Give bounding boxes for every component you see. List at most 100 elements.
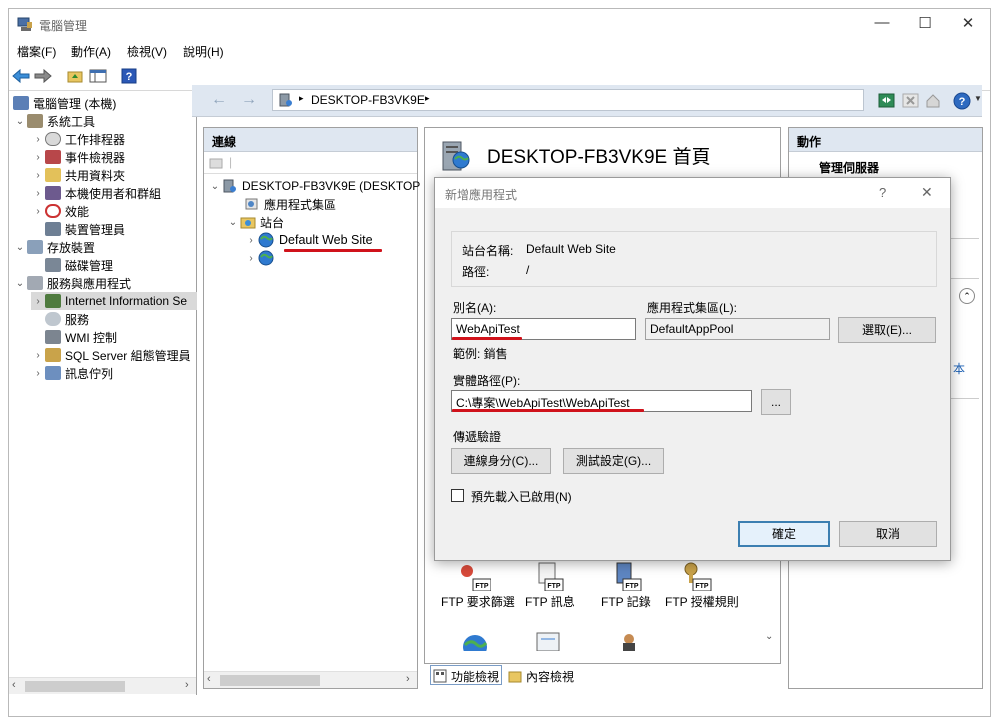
expand-icon[interactable]: › — [31, 188, 45, 199]
help-dropdown-icon[interactable]: ▼ — [974, 94, 982, 103]
iis-forward-icon[interactable]: → — [236, 90, 262, 112]
connections-toolbar: | — [204, 152, 417, 174]
expand-icon[interactable]: › — [31, 296, 45, 307]
tree-message-queue[interactable]: › 訊息佇列 — [31, 364, 113, 382]
tree-label: 訊息佇列 — [65, 366, 114, 381]
scroll-down-icon[interactable]: ⌄ — [765, 631, 773, 642]
preload-checkbox[interactable] — [451, 489, 464, 502]
expand-icon[interactable]: › — [31, 170, 45, 181]
tree-disk-management[interactable]: 磁碟管理 — [45, 256, 113, 274]
iis-back-icon[interactable]: ← — [206, 90, 232, 112]
tree-label: Internet Information Se — [65, 294, 188, 308]
show-hide-tree-icon[interactable] — [89, 68, 107, 84]
tree-system-tools[interactable]: ⌄ 系統工具 — [13, 112, 95, 130]
site-info-group: 站台名稱: Default Web Site 路徑: / — [451, 231, 937, 287]
expand-icon[interactable]: › — [244, 253, 258, 264]
browse-button[interactable]: ... — [761, 389, 791, 415]
tools-icon — [27, 114, 43, 128]
maximize-button[interactable]: ☐ — [902, 14, 948, 32]
breadcrumb-server[interactable]: DESKTOP-FB3VK9E — [311, 93, 425, 107]
feature-ftp-authorization[interactable]: FTP FTP 授權規則 — [665, 561, 765, 611]
stop-icon[interactable] — [902, 93, 919, 109]
tree-services-apps[interactable]: ⌄ 服務與應用程式 — [13, 274, 131, 292]
scroll-thumb[interactable] — [25, 681, 125, 692]
conn-app-pools[interactable]: 應用程式集區 — [244, 195, 336, 213]
conn-sites[interactable]: ⌄ 站台 — [226, 213, 284, 231]
shared-folder-icon — [45, 168, 61, 182]
back-arrow-icon[interactable] — [12, 68, 30, 84]
feature-ftp-request-filtering[interactable]: FTP FTP 要求篩選 — [437, 561, 517, 611]
collapse-icon[interactable]: ⌄ — [208, 181, 222, 192]
breadcrumb-separator-icon[interactable]: ▸ — [299, 93, 304, 104]
tree-local-users[interactable]: › 本機使用者和群組 — [31, 184, 161, 202]
left-horizontal-scrollbar[interactable]: ‹ › — [9, 677, 196, 694]
menu-help[interactable]: 說明(H) — [183, 43, 224, 60]
connect-as-button[interactable]: 連線身分(C)... — [451, 448, 551, 474]
tree-wmi[interactable]: WMI 控制 — [45, 328, 117, 346]
tree-performance[interactable]: › 效能 — [31, 202, 89, 220]
divider — [949, 398, 979, 399]
feature-ftp-messages[interactable]: FTP FTP 訊息 — [523, 561, 603, 611]
expand-icon[interactable]: › — [31, 206, 45, 217]
tree-device-manager[interactable]: 裝置管理員 — [45, 220, 125, 238]
expand-icon[interactable]: › — [31, 152, 45, 163]
expand-icon[interactable]: › — [31, 134, 45, 145]
dialog-close-button[interactable]: ✕ — [921, 184, 933, 201]
ok-button[interactable]: 確定 — [738, 521, 830, 547]
tab-content-view[interactable]: 內容檢視 — [508, 666, 574, 686]
expand-icon[interactable]: ⌄ — [13, 116, 27, 127]
tree-storage[interactable]: ⌄ 存放裝置 — [13, 238, 95, 256]
up-folder-icon[interactable] — [66, 68, 84, 84]
tab-features-view[interactable]: 功能檢視 — [430, 665, 502, 686]
expand-icon[interactable]: › — [244, 235, 258, 246]
collapse-icon[interactable]: ⌄ — [226, 217, 240, 228]
tree-computer-management[interactable]: 電腦管理 (本機) — [13, 94, 116, 112]
minimize-button[interactable]: — — [859, 14, 905, 31]
conn-second-site[interactable]: › — [244, 249, 276, 267]
dialog-help-button[interactable]: ? — [879, 185, 886, 200]
scroll-right-icon[interactable]: › — [185, 679, 189, 691]
iis-help-icon[interactable]: ? — [952, 91, 972, 111]
close-window-button[interactable]: ✕ — [945, 14, 991, 32]
tree-sql-server[interactable]: › SQL Server 組態管理員 — [31, 346, 191, 364]
menu-file[interactable]: 檔案(F) — [17, 43, 56, 60]
tree-event-viewer[interactable]: › 事件檢視器 — [31, 148, 125, 166]
expand-icon[interactable]: ⌄ — [13, 278, 27, 289]
test-settings-button[interactable]: 測試設定(G)... — [563, 448, 664, 474]
new-connection-icon[interactable] — [208, 155, 224, 170]
iis-address-box[interactable]: ▸ DESKTOP-FB3VK9E ▸ — [272, 89, 864, 111]
tree-label: 磁碟管理 — [65, 258, 114, 273]
select-pool-button[interactable]: 選取(E)... — [838, 317, 936, 343]
expand-icon[interactable]: › — [31, 368, 45, 379]
scroll-thumb[interactable] — [220, 675, 320, 686]
scroll-left-icon[interactable]: ‹ — [12, 679, 16, 691]
tree-task-scheduler[interactable]: › 工作排程器 — [31, 130, 125, 148]
cancel-button[interactable]: 取消 — [839, 521, 937, 547]
forward-arrow-icon[interactable] — [34, 68, 52, 84]
help-icon[interactable]: ? — [120, 68, 138, 84]
breadcrumb-separator-icon[interactable]: ▸ — [425, 93, 430, 104]
tree-iis[interactable]: › Internet Information Se — [31, 292, 197, 310]
refresh-icon[interactable] — [878, 93, 895, 109]
scroll-right-icon[interactable]: › — [406, 673, 410, 685]
tree-services[interactable]: 服務 — [45, 310, 89, 328]
scroll-left-icon[interactable]: ‹ — [207, 673, 211, 685]
disk-icon — [45, 258, 61, 272]
collapse-section-icon[interactable]: ⌃ — [959, 288, 975, 304]
expand-icon[interactable]: › — [31, 350, 45, 361]
document-feature-icon — [536, 632, 560, 651]
home-icon[interactable] — [925, 93, 942, 109]
svg-text:?: ? — [959, 96, 966, 108]
connections-scrollbar[interactable]: ‹ › — [204, 671, 417, 688]
menu-view[interactable]: 檢視(V) — [127, 43, 167, 60]
action-link-partial[interactable]: 本 — [953, 360, 965, 377]
conn-server-node[interactable]: ⌄ DESKTOP-FB3VK9E (DESKTOP — [208, 177, 420, 195]
conn-default-web-site[interactable]: › Default Web Site — [244, 231, 373, 249]
expand-icon[interactable]: ⌄ — [13, 242, 27, 253]
ftp-filter-icon: FTP — [461, 565, 491, 591]
tree-shared-folders[interactable]: › 共用資料夾 — [31, 166, 125, 184]
clock-icon — [45, 132, 61, 146]
menu-action[interactable]: 動作(A) — [71, 43, 111, 60]
dialog-title: 新增應用程式 — [445, 188, 518, 202]
event-viewer-icon — [45, 150, 61, 164]
